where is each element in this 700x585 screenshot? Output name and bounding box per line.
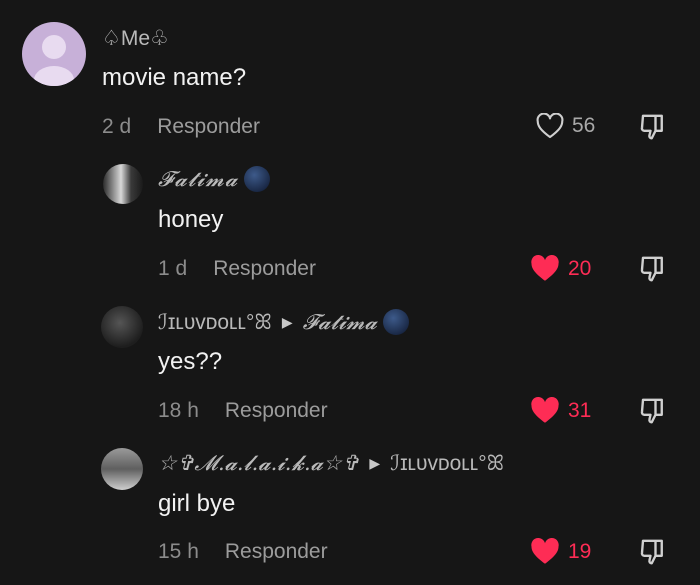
comment-text: movie name? [102, 64, 247, 91]
reply-to-username[interactable]: ℐɪʟᴜᴠᴅᴏʟʟ°ꕤ [390, 451, 504, 476]
like-count: 19 [568, 539, 592, 563]
thumbs-down-icon [640, 539, 663, 565]
username-text: ☆✞𝓜.𝓪.𝓵.𝓪.𝓲.𝓴.𝓪☆✞ [158, 451, 360, 475]
reply-to-username[interactable]: 𝓕𝓪𝓽𝓲𝓶𝓪 [303, 310, 377, 335]
comment-timestamp: 18 h [158, 399, 199, 422]
planet-emoji-icon [382, 309, 409, 335]
thumbs-down-icon [640, 256, 663, 282]
reply-button[interactable]: Responder [157, 115, 260, 139]
like-count: 31 [568, 398, 592, 422]
reply-arrow-icon: ▶ [369, 455, 381, 471]
comment-timestamp: 1 d [158, 257, 188, 280]
reply-button[interactable]: Responder [225, 399, 328, 423]
avatar[interactable] [101, 448, 143, 490]
comment-meta: 15 h Responder [158, 540, 328, 564]
dislike-button[interactable] [638, 396, 668, 431]
default-avatar-icon [34, 35, 74, 86]
reply-button[interactable]: Responder [213, 257, 316, 281]
avatar[interactable] [101, 306, 143, 348]
comment-text: girl bye [158, 490, 236, 517]
heart-filled-icon [531, 397, 559, 423]
comment-username[interactable]: ♤Me♧ [102, 26, 169, 51]
like-count: 20 [568, 256, 592, 280]
like-button[interactable]: 20 [530, 255, 591, 282]
like-button[interactable]: 56 [536, 113, 595, 139]
comment-text: honey [158, 206, 224, 233]
comment-text: yes?? [158, 348, 223, 375]
username-text: ℐɪʟᴜᴠᴅᴏʟʟ°ꕤ [158, 310, 272, 334]
like-button[interactable]: 19 [530, 538, 591, 565]
dislike-button[interactable] [638, 537, 668, 572]
like-button[interactable]: 31 [530, 397, 591, 424]
comment-meta: 1 d Responder [158, 257, 316, 281]
comment-username[interactable]: ☆✞𝓜.𝓪.𝓵.𝓪.𝓲.𝓴.𝓪☆✞ ▶ ℐɪʟᴜᴠᴅᴏʟʟ°ꕤ [158, 451, 504, 476]
dislike-button[interactable] [638, 254, 668, 289]
comment-timestamp: 2 d [102, 115, 132, 138]
username-text: 𝓕𝓪𝓽𝓲𝓶𝓪 [158, 166, 239, 191]
avatar[interactable] [103, 164, 143, 204]
dislike-button[interactable] [638, 112, 668, 147]
thumbs-down-icon [640, 114, 663, 140]
heart-filled-icon [531, 255, 559, 281]
thumbs-down-icon [640, 398, 663, 424]
reply-arrow-icon: ▶ [281, 313, 293, 330]
avatar[interactable] [22, 22, 86, 86]
reply-button[interactable]: Responder [225, 540, 328, 564]
heart-filled-icon [531, 538, 559, 564]
heart-outline-icon [536, 113, 564, 139]
comment-username[interactable]: 𝓕𝓪𝓽𝓲𝓶𝓪 [158, 166, 271, 192]
comment-meta: 18 h Responder [158, 399, 328, 423]
like-count: 56 [572, 114, 596, 137]
comment-username[interactable]: ℐɪʟᴜᴠᴅᴏʟʟ°ꕤ ▶ 𝓕𝓪𝓽𝓲𝓶𝓪 [158, 309, 409, 335]
comment-timestamp: 15 h [158, 540, 199, 563]
planet-emoji-icon [244, 166, 271, 192]
comment-meta: 2 d Responder [102, 115, 260, 139]
